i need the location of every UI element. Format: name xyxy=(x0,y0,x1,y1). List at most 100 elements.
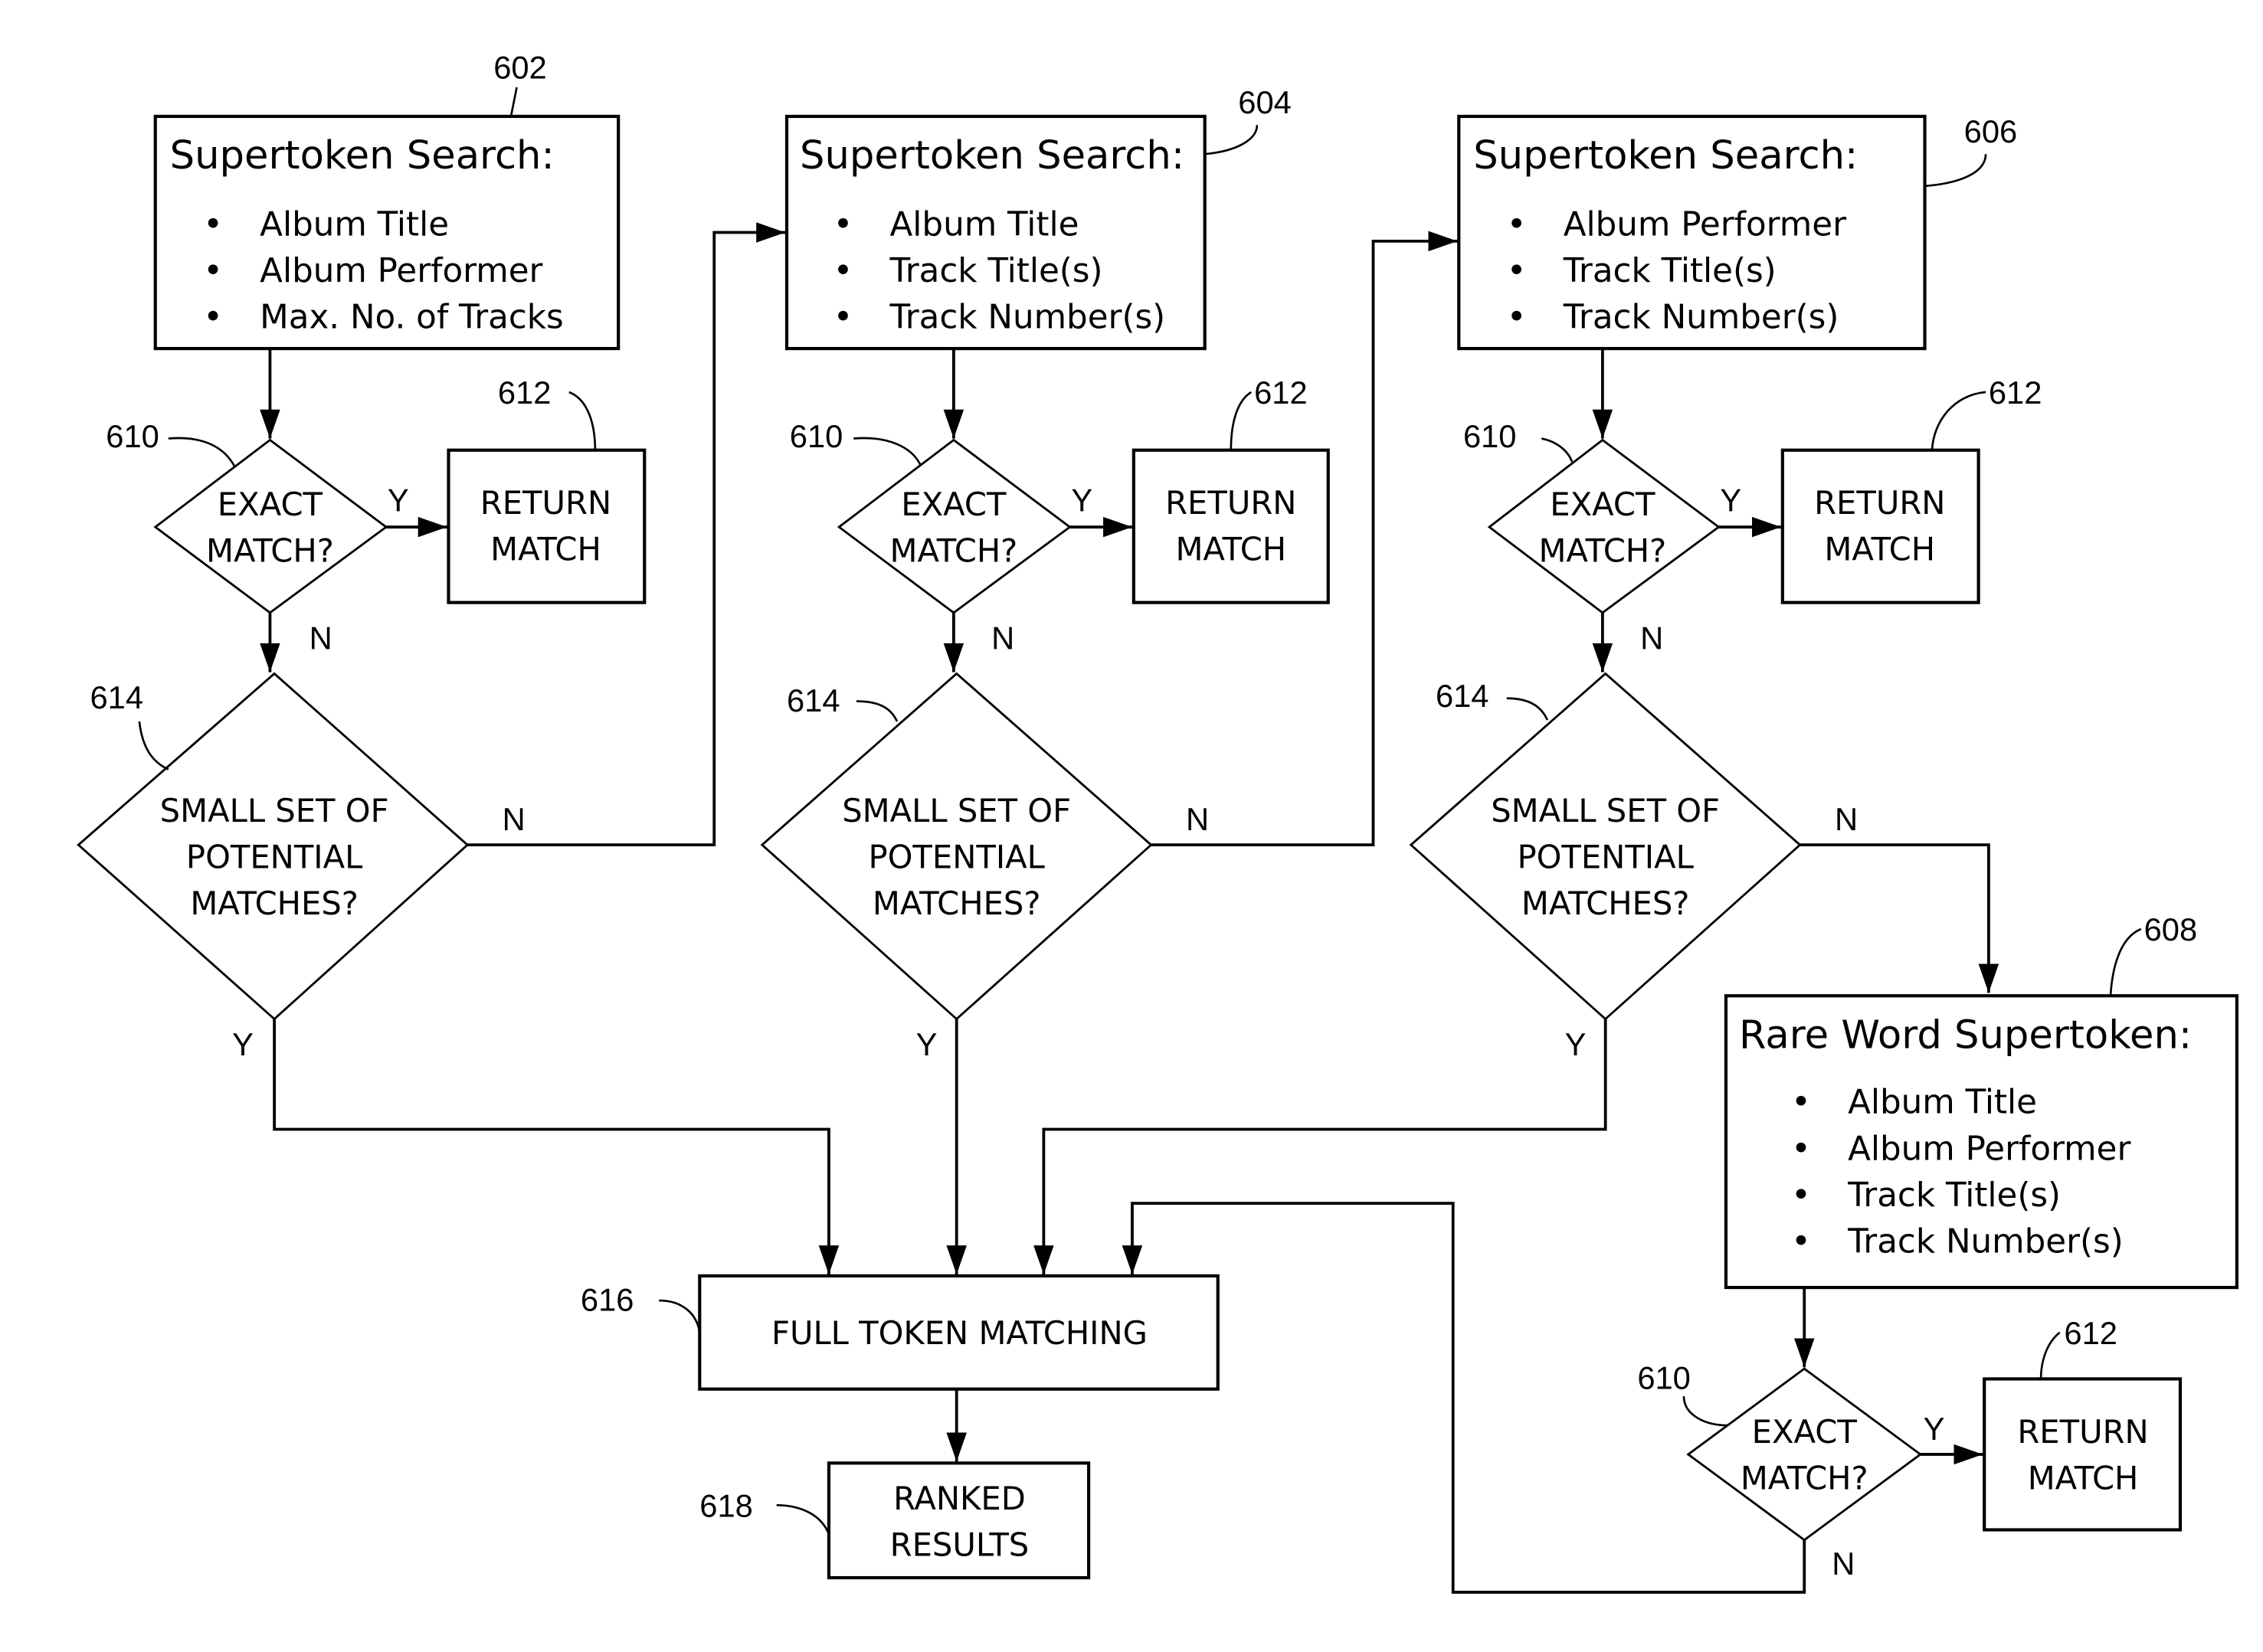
no-label: N xyxy=(1640,620,1663,656)
decision-small-set: SMALL SET OF POTENTIAL MATCHES? xyxy=(77,672,470,1021)
box-item: Album Performer xyxy=(1564,205,1846,244)
yes-label: Y xyxy=(1565,1026,1587,1062)
ref-label-618: 618 xyxy=(699,1487,753,1523)
bullet: • xyxy=(1791,1084,1811,1122)
ref-label-612: 612 xyxy=(2064,1315,2117,1351)
yes-label: Y xyxy=(1720,482,1741,518)
decision-exact-match: EXACT MATCH? xyxy=(837,438,1072,614)
return-match-box: RETURN MATCH xyxy=(1132,448,1330,604)
ref-label-610: 610 xyxy=(106,418,159,454)
box-item: Album Performer xyxy=(260,252,542,290)
bullet: • xyxy=(1791,1130,1811,1168)
ref-label-616: 616 xyxy=(581,1281,634,1317)
bullet: • xyxy=(1791,1223,1811,1261)
bullet: • xyxy=(1791,1176,1811,1215)
connector-to-616 xyxy=(273,1019,840,1274)
box-item: Max. No. of Tracks xyxy=(260,299,564,337)
svg-text:MATCH?: MATCH? xyxy=(206,532,334,570)
ref-label-602: 602 xyxy=(493,50,547,86)
svg-text:MATCHES?: MATCHES? xyxy=(190,885,359,922)
bullet: • xyxy=(1507,205,1527,244)
svg-text:MATCH?: MATCH? xyxy=(889,532,1017,570)
bullet: • xyxy=(1507,252,1527,290)
svg-text:MATCH: MATCH xyxy=(490,531,601,568)
return-match-box: RETURN MATCH xyxy=(1780,448,1980,604)
box-title: Supertoken Search: xyxy=(170,133,555,178)
box-item: Album Title xyxy=(890,205,1079,244)
ref-label-612: 612 xyxy=(498,375,552,411)
return-match-box: RETURN MATCH xyxy=(447,448,647,604)
box-item: Track Title(s) xyxy=(1847,1176,2061,1215)
ref-label-612: 612 xyxy=(1254,375,1308,411)
search-box-602: Supertoken Search: • Album Title • Album… xyxy=(153,114,621,351)
ref-label-606: 606 xyxy=(1964,113,2018,149)
svg-text:EXACT: EXACT xyxy=(901,486,1007,523)
svg-text:FULL TOKEN MATCHING: FULL TOKEN MATCHING xyxy=(771,1314,1148,1352)
flowchart: Supertoken Search: • Album Title • Album… xyxy=(77,50,2238,1594)
decision-small-set: SMALL SET OF POTENTIAL MATCHES? xyxy=(1409,672,1802,1021)
svg-text:EXACT: EXACT xyxy=(1752,1413,1858,1451)
no-label: N xyxy=(1832,1546,1855,1582)
no-label: N xyxy=(309,620,332,656)
box-item: Track Title(s) xyxy=(1563,252,1777,290)
return-match-box: RETURN MATCH xyxy=(1983,1377,2183,1532)
box-item: Album Title xyxy=(260,205,449,244)
yes-label: Y xyxy=(388,482,409,518)
box-item: Track Title(s) xyxy=(889,252,1103,290)
bullet: • xyxy=(833,205,853,244)
search-box-608: Rare Word Supertoken: • Album Title • Al… xyxy=(1724,994,2238,1290)
svg-text:EXACT: EXACT xyxy=(218,486,323,523)
svg-text:RETURN: RETURN xyxy=(1814,484,1945,522)
search-box-604: Supertoken Search: • Album Title • Track… xyxy=(784,114,1207,351)
no-label: N xyxy=(1186,801,1209,837)
box-item: Track Number(s) xyxy=(889,299,1166,337)
decision-small-set: SMALL SET OF POTENTIAL MATCHES? xyxy=(760,672,1153,1021)
box-item: Album Performer xyxy=(1848,1130,2130,1168)
svg-text:POTENTIAL: POTENTIAL xyxy=(868,838,1044,875)
svg-text:RETURN: RETURN xyxy=(1165,484,1296,522)
ref-label-610: 610 xyxy=(790,418,843,454)
ref-label-610: 610 xyxy=(1637,1360,1691,1396)
full-token-matching-box: FULL TOKEN MATCHING xyxy=(698,1274,1220,1391)
bullet: • xyxy=(203,299,223,337)
decision-exact-match: EXACT MATCH? xyxy=(153,438,388,614)
svg-text:POTENTIAL: POTENTIAL xyxy=(1517,838,1693,875)
yes-label: Y xyxy=(1071,482,1092,518)
svg-text:MATCHES?: MATCHES? xyxy=(1521,885,1690,922)
box-title: Rare Word Supertoken: xyxy=(1739,1012,2192,1058)
bullet: • xyxy=(203,205,223,244)
yes-label: Y xyxy=(1924,1411,1945,1447)
svg-text:SMALL SET OF: SMALL SET OF xyxy=(1491,792,1720,829)
ref-label-608: 608 xyxy=(2144,911,2198,947)
svg-text:MATCH: MATCH xyxy=(1824,531,1935,568)
bullet: • xyxy=(1507,299,1527,337)
ref-label-604: 604 xyxy=(1238,84,1292,120)
svg-text:RESULTS: RESULTS xyxy=(890,1526,1030,1564)
ref-label-610: 610 xyxy=(1463,418,1517,454)
svg-text:RETURN: RETURN xyxy=(480,484,611,522)
ref-label-614: 614 xyxy=(787,682,840,718)
box-item: Track Number(s) xyxy=(1563,299,1839,337)
svg-text:POTENTIAL: POTENTIAL xyxy=(186,838,362,875)
box-title: Supertoken Search: xyxy=(800,133,1184,178)
svg-text:MATCH?: MATCH? xyxy=(1538,532,1666,570)
search-box-606: Supertoken Search: • Album Performer • T… xyxy=(1457,114,1927,351)
svg-text:MATCHES?: MATCHES? xyxy=(873,885,1041,922)
svg-text:MATCH: MATCH xyxy=(2028,1459,2139,1497)
box-item: Album Title xyxy=(1848,1084,2037,1122)
ref-label-614: 614 xyxy=(1436,678,1489,714)
ranked-results-box: RANKED RESULTS xyxy=(827,1461,1091,1580)
yes-label: Y xyxy=(232,1026,254,1062)
bullet: • xyxy=(833,299,853,337)
no-label: N xyxy=(1835,801,1858,837)
bullet: • xyxy=(833,252,853,290)
decision-exact-match: EXACT MATCH? xyxy=(1686,1367,1923,1542)
svg-text:SMALL SET OF: SMALL SET OF xyxy=(842,792,1071,829)
connector-to-616 xyxy=(1122,1202,1806,1594)
svg-text:MATCH: MATCH xyxy=(1175,531,1286,568)
svg-text:SMALL SET OF: SMALL SET OF xyxy=(160,792,389,829)
connector-to-616 xyxy=(1033,1019,1607,1274)
svg-text:EXACT: EXACT xyxy=(1550,486,1655,523)
connector-to-608 xyxy=(1800,843,1999,993)
box-title: Supertoken Search: xyxy=(1473,133,1858,178)
